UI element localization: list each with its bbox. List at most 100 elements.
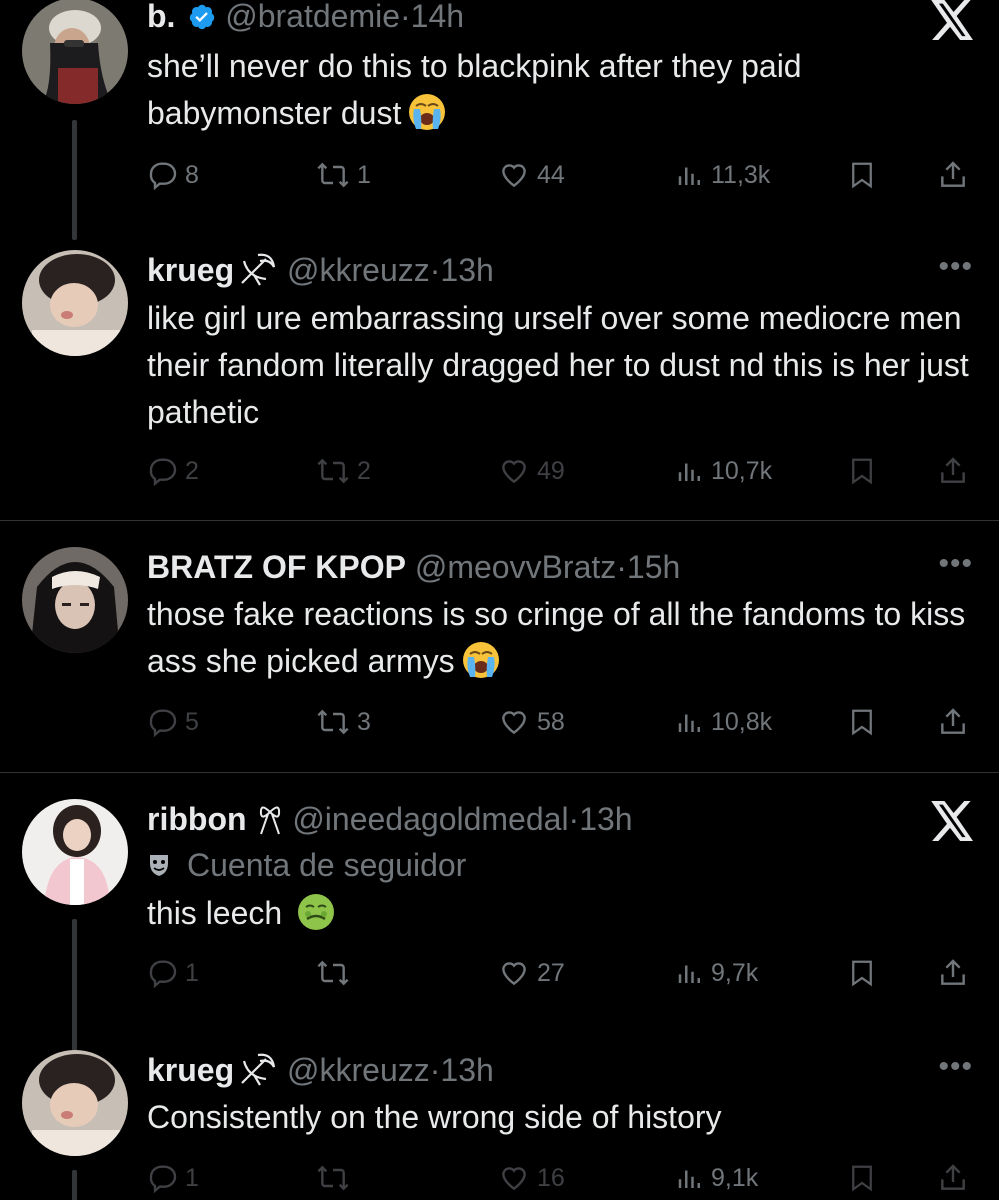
thread-line [72, 120, 77, 240]
display-name[interactable]: krueg [147, 1052, 234, 1088]
avatar[interactable] [22, 0, 128, 104]
bookmark-icon [852, 162, 872, 189]
divider [0, 772, 999, 773]
nauseated-face-icon [296, 892, 336, 932]
reply-button[interactable]: 2 [147, 451, 199, 491]
share-icon [941, 959, 965, 985]
more-options-button[interactable]: ••• [938, 547, 973, 581]
retweet-count: 2 [357, 456, 371, 485]
thread-line [72, 919, 77, 1054]
timestamp[interactable]: 13h [440, 252, 493, 288]
views-count: 9,1k [711, 1163, 759, 1192]
tweet-header: BRATZ OF KPOP @meovvBratz·15h [147, 547, 680, 587]
separator-dot: · [616, 549, 627, 585]
retweet-button[interactable]: 2 [315, 451, 371, 491]
retweet-button[interactable] [315, 953, 357, 993]
views-button[interactable]: 11,3k [675, 155, 770, 195]
like-button[interactable]: 27 [497, 953, 565, 993]
tweet-text-content: those fake reactions is so cringe of all… [147, 596, 966, 679]
timestamp[interactable]: 13h [579, 801, 632, 837]
divider [0, 520, 999, 521]
share-icon [941, 1164, 965, 1190]
handle[interactable]: @kkreuzz [287, 1052, 430, 1088]
reply-button[interactable]: 8 [147, 155, 199, 195]
share-button[interactable] [937, 1158, 975, 1198]
reply-button[interactable]: 1 [147, 953, 199, 993]
timestamp[interactable]: 13h [440, 1052, 493, 1088]
views-button[interactable]: 10,8k [675, 702, 772, 742]
tweet-text: Consistently on the wrong side of histor… [147, 1094, 977, 1141]
handle[interactable]: @ineedagoldmedal [292, 801, 568, 837]
views-count: 10,8k [711, 707, 773, 736]
reply-button[interactable]: 1 [147, 1158, 199, 1198]
display-name[interactable]: BRATZ OF KPOP [147, 549, 406, 585]
tweet-actions: 5 3 58 10,8k [147, 702, 977, 742]
tweet-actions: 1 16 9,1k [147, 1158, 977, 1198]
reply-icon [149, 162, 177, 191]
like-count: 27 [537, 958, 565, 987]
share-button[interactable] [937, 953, 975, 993]
handle[interactable]: @kkreuzz [287, 252, 430, 288]
share-button[interactable] [937, 702, 975, 742]
loudly-crying-face-icon [461, 640, 501, 680]
display-name[interactable]: ribbon [147, 801, 247, 837]
separator-dot: · [400, 0, 411, 34]
separator-dot: · [429, 1052, 441, 1088]
avatar[interactable] [22, 1050, 128, 1156]
avatar[interactable] [22, 250, 128, 356]
views-button[interactable]: 9,7k [675, 953, 758, 993]
like-count: 58 [537, 707, 565, 736]
bookmark-button[interactable] [847, 451, 883, 491]
timestamp[interactable]: 14h [411, 0, 464, 34]
ribbon-icon [257, 802, 283, 845]
retweet-icon [317, 709, 349, 735]
tweet-actions: 1 27 9,7k [147, 953, 977, 993]
tweet-text-content: Consistently on the wrong side of histor… [147, 1099, 722, 1135]
share-button[interactable] [937, 155, 975, 195]
display-name[interactable]: krueg [147, 252, 234, 288]
views-count: 11,3k [711, 160, 771, 189]
bookmark-button[interactable] [847, 1158, 883, 1198]
timestamp[interactable]: 15h [627, 549, 680, 585]
bookmark-button[interactable] [847, 953, 883, 993]
retweet-button[interactable]: 1 [315, 155, 371, 195]
reply-icon [149, 709, 177, 738]
tweet-header: krueg @kkreuzz·13h [147, 250, 494, 296]
bookmark-button[interactable] [847, 702, 883, 742]
masks-icon [147, 849, 177, 889]
retweet-button[interactable]: 3 [315, 702, 371, 742]
display-name[interactable]: b. [147, 0, 175, 34]
verified-badge-icon [188, 0, 216, 40]
avatar[interactable] [22, 799, 128, 905]
like-button[interactable]: 16 [497, 1158, 565, 1198]
more-options-button[interactable]: ••• [938, 1050, 973, 1084]
bookmark-button[interactable] [847, 155, 883, 195]
bookmark-icon [852, 960, 872, 987]
like-count: 44 [537, 160, 565, 189]
reply-count: 1 [185, 958, 199, 987]
tweet-header: ribbon @ineedagoldmedal·13h [147, 799, 633, 845]
x-logo-icon [931, 0, 975, 45]
views-button[interactable]: 10,7k [675, 451, 772, 491]
tweet-text: like girl ure embarrassing urself over s… [147, 295, 977, 436]
more-options-button[interactable]: ••• [938, 250, 973, 284]
reply-button[interactable]: 5 [147, 702, 199, 742]
handle[interactable]: @meovvBratz [415, 549, 616, 585]
tweet-text-content: she’ll never do this to blackpink after … [147, 48, 802, 131]
like-button[interactable]: 58 [497, 702, 565, 742]
like-count: 16 [537, 1163, 565, 1192]
views-button[interactable]: 9,1k [675, 1158, 758, 1198]
retweet-button[interactable] [315, 1158, 357, 1198]
reply-icon [149, 1165, 177, 1194]
separator-dot: · [568, 801, 580, 837]
handle[interactable]: @bratdemie [225, 0, 400, 34]
views-icon [678, 1170, 700, 1188]
x-logo-icon [931, 801, 975, 846]
like-button[interactable]: 49 [497, 451, 565, 491]
views-count: 10,7k [711, 456, 773, 485]
retweet-icon [317, 458, 349, 484]
tweet-text-content: like girl ure embarrassing urself over s… [147, 300, 969, 430]
share-button[interactable] [937, 451, 975, 491]
like-button[interactable]: 44 [497, 155, 565, 195]
avatar[interactable] [22, 547, 128, 653]
